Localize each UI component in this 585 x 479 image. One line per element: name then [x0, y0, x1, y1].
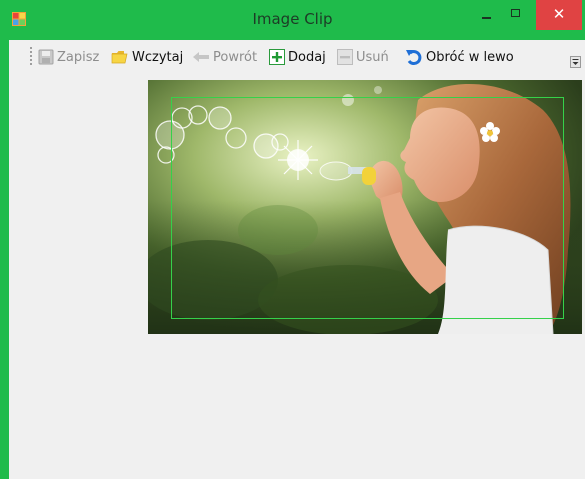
app-icon — [12, 12, 26, 26]
load-button[interactable]: Wczytaj — [111, 46, 183, 68]
remove-button[interactable]: Usuń — [337, 46, 389, 68]
close-button[interactable]: ✕ — [536, 0, 582, 30]
minimize-icon — [482, 17, 491, 19]
rotate-left-icon — [406, 50, 422, 66]
add-button[interactable]: Dodaj — [269, 46, 326, 68]
minus-icon — [337, 49, 353, 65]
rotate-left-button[interactable]: Obróć w lewo — [405, 46, 514, 68]
clip-selection-rectangle[interactable] — [171, 97, 564, 319]
app-window: Image Clip ✕ Zapisz Wczytaj Powrót Dodaj… — [0, 0, 585, 479]
image-canvas[interactable] — [148, 80, 582, 334]
title-bar[interactable]: Image Clip ✕ — [0, 0, 585, 40]
client-area: Zapisz Wczytaj Powrót Dodaj Usuń Obróć w… — [9, 40, 585, 479]
back-button[interactable]: Powrót — [192, 46, 257, 68]
close-icon: ✕ — [552, 5, 566, 23]
add-label: Dodaj — [288, 49, 326, 65]
maximize-button[interactable] — [502, 0, 532, 30]
toolbar: Zapisz Wczytaj Powrót Dodaj Usuń Obróć w… — [9, 40, 585, 74]
remove-label: Usuń — [356, 49, 389, 65]
load-label: Wczytaj — [132, 49, 184, 65]
folder-open-icon — [111, 51, 128, 64]
save-button[interactable]: Zapisz — [38, 46, 99, 68]
minimize-button[interactable] — [472, 0, 502, 30]
plus-icon — [269, 49, 285, 65]
toolbar-overflow-icon[interactable] — [570, 56, 581, 68]
rotate-left-label: Obróć w lewo — [426, 49, 514, 65]
save-icon — [38, 49, 54, 65]
toolbar-grip[interactable] — [30, 47, 32, 67]
maximize-icon — [511, 9, 520, 17]
back-label: Powrót — [213, 49, 258, 65]
arrow-back-icon — [193, 52, 209, 62]
save-label: Zapisz — [57, 49, 100, 65]
